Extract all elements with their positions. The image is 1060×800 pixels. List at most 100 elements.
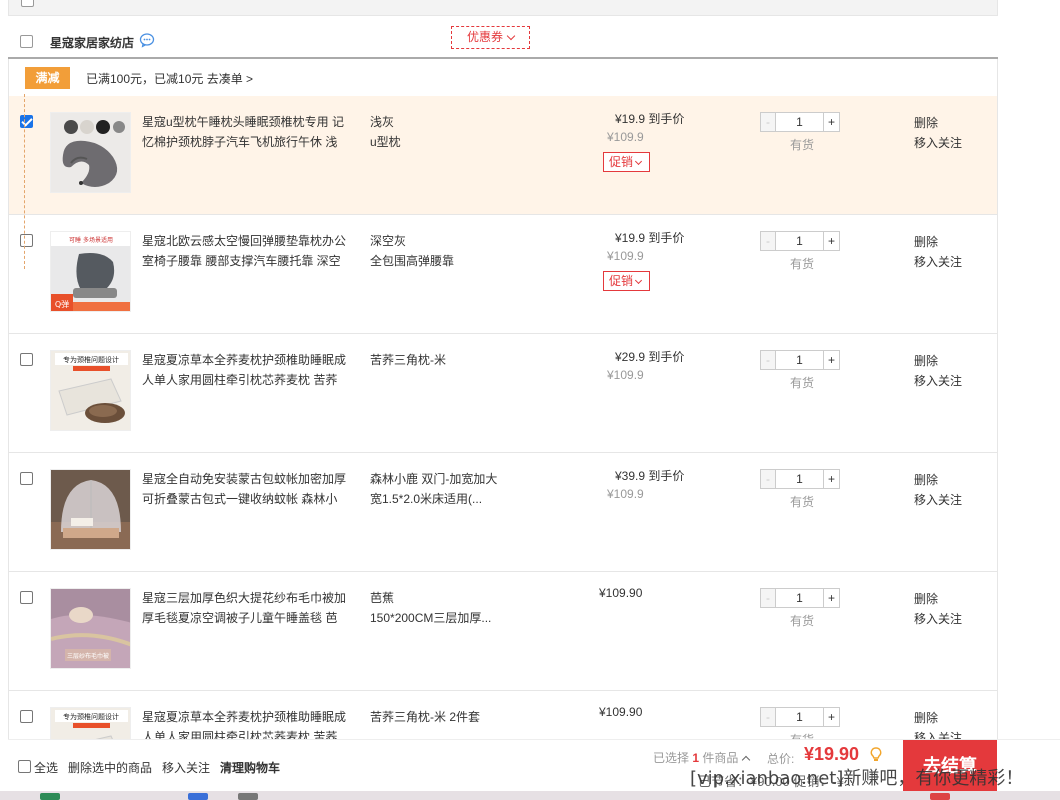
clear-cart-link[interactable]: 清理购物车 bbox=[220, 759, 280, 776]
product-image[interactable]: 可睡 多场景适用 Q弹 bbox=[50, 231, 131, 312]
promotion-label: 促销 bbox=[609, 155, 634, 169]
price-final: ¥109.90 bbox=[599, 586, 643, 600]
quantity-input[interactable]: 1 bbox=[775, 707, 824, 727]
stock-status: 有货 bbox=[790, 614, 815, 628]
select-all-label[interactable]: 全选 bbox=[34, 759, 58, 776]
decrease-button[interactable]: - bbox=[760, 231, 776, 251]
chevron-down-icon bbox=[506, 31, 516, 41]
move-to-favorites-link[interactable]: 移入关注 bbox=[914, 134, 962, 151]
spec-line-2: 150*200CM三层加厚... bbox=[370, 611, 492, 625]
coupon-button[interactable]: 优惠券 bbox=[451, 26, 530, 49]
item-checkbox[interactable] bbox=[20, 234, 33, 247]
taskbar-app-icon[interactable] bbox=[40, 793, 60, 800]
product-title-link[interactable]: 星寇北欧云感太空慢回弹腰垫靠枕办公室椅子腰靠 腰部支撑汽车腰托靠 深空 bbox=[142, 231, 352, 271]
move-to-favorites-link[interactable]: 移入关注 bbox=[162, 759, 210, 776]
cart-items-container: 满减 已满100元，已减10元 去凑单 > 星寇u型枕午睡枕头睡眠颈椎枕专用 记… bbox=[8, 57, 998, 800]
lightbulb-icon[interactable] bbox=[870, 747, 882, 763]
cart-item: 专为颈椎问题设计 星寇夏凉草本全荞麦枕护颈椎助睡眠成人单人家用圆柱牵引枕芯荞麦枕… bbox=[8, 334, 998, 453]
chevron-up-icon bbox=[742, 755, 751, 765]
promotion-select[interactable]: 促销 bbox=[603, 271, 650, 291]
promo-row: 满减 已满100元，已减10元 去凑单 > bbox=[8, 59, 998, 96]
delete-link[interactable]: 删除 bbox=[914, 114, 938, 131]
taskbar-app-icon[interactable] bbox=[188, 793, 208, 800]
chevron-down-icon bbox=[634, 276, 643, 285]
increase-button[interactable]: + bbox=[823, 350, 840, 370]
increase-button[interactable]: + bbox=[823, 231, 840, 251]
delete-link[interactable]: 删除 bbox=[914, 352, 938, 369]
move-to-favorites-link[interactable]: 移入关注 bbox=[914, 491, 962, 508]
increase-button[interactable]: + bbox=[823, 588, 840, 608]
product-spec: 苦荞三角枕-米 2件套 bbox=[370, 707, 510, 727]
move-to-favorites-link[interactable]: 移入关注 bbox=[914, 610, 962, 627]
item-checkbox[interactable] bbox=[20, 591, 33, 604]
promotion-select[interactable]: 促销 bbox=[603, 152, 650, 172]
quantity-stepper: - 1 + bbox=[760, 588, 840, 608]
quantity-input[interactable]: 1 bbox=[775, 231, 824, 251]
price-final: ¥19.9 到手价 bbox=[615, 112, 685, 126]
shop-name-link[interactable]: 星寇家居家纺店 bbox=[50, 34, 134, 51]
product-title-link[interactable]: 星寇三层加厚色织大提花纱布毛巾被加厚毛毯夏凉空调被子儿童午睡盖毯 芭 bbox=[142, 588, 352, 628]
product-title-link[interactable]: 星寇全自动免安装蒙古包蚊帐加密加厚可折叠蒙古包式一键收纳蚊帐 森林小 bbox=[142, 469, 352, 509]
promo-text-link[interactable]: 已满100元，已减10元 去凑单 > bbox=[86, 70, 253, 87]
price-original: ¥109.9 bbox=[607, 368, 644, 382]
taskbar-app-icon[interactable] bbox=[238, 793, 258, 800]
item-checkbox[interactable] bbox=[20, 115, 33, 128]
cart-item: 星寇u型枕午睡枕头睡眠颈椎枕专用 记忆棉护颈枕脖子汽车飞机旅行午休 浅 浅灰 u… bbox=[8, 96, 998, 215]
thumb-banner-text: 专为颈椎问题设计 bbox=[63, 712, 119, 721]
chevron-down-icon bbox=[634, 157, 643, 166]
move-to-favorites-link[interactable]: 移入关注 bbox=[914, 372, 962, 389]
quantity-stepper: - 1 + bbox=[760, 231, 840, 251]
spec-line-1: 芭蕉 bbox=[370, 591, 395, 605]
product-image[interactable] bbox=[50, 112, 131, 193]
taskbar-app-icon[interactable] bbox=[930, 793, 950, 800]
price-original: ¥109.9 bbox=[607, 487, 644, 501]
price-final: ¥19.9 到手价 bbox=[615, 231, 685, 245]
total-price: ¥19.90 bbox=[804, 744, 860, 764]
item-checkbox[interactable] bbox=[20, 472, 33, 485]
item-checkbox[interactable] bbox=[20, 353, 33, 366]
product-image[interactable]: 三层纱布毛巾被 bbox=[50, 588, 131, 669]
select-all-checkbox[interactable] bbox=[18, 760, 31, 773]
price-final: ¥29.9 到手价 bbox=[615, 350, 685, 364]
product-spec: 森林小鹿 双门-加宽加大 宽1.5*2.0米床适用(... bbox=[370, 469, 510, 509]
decrease-button[interactable]: - bbox=[760, 112, 776, 132]
product-image[interactable]: 专为颈椎问题设计 bbox=[50, 350, 131, 431]
spec-line-1: 苦荞三角枕-米 2件套 bbox=[370, 710, 481, 724]
stock-status: 有货 bbox=[790, 257, 815, 271]
quantity-input[interactable]: 1 bbox=[775, 112, 824, 132]
taskbar bbox=[0, 791, 1060, 800]
increase-button[interactable]: + bbox=[823, 112, 840, 132]
product-image[interactable] bbox=[50, 469, 131, 550]
decrease-button[interactable]: - bbox=[760, 588, 776, 608]
price-final: ¥109.90 bbox=[599, 705, 643, 719]
delete-link[interactable]: 删除 bbox=[914, 590, 938, 607]
promotion-label: 促销 bbox=[609, 274, 634, 288]
product-title-link[interactable]: 星寇夏凉草本全荞麦枕护颈椎助睡眠成人单人家用圆柱牵引枕芯荞麦枕 苦荞 bbox=[142, 350, 352, 390]
move-to-favorites-link[interactable]: 移入关注 bbox=[914, 253, 962, 270]
chat-icon[interactable] bbox=[139, 32, 155, 48]
decrease-button[interactable]: - bbox=[760, 707, 776, 727]
item-checkbox[interactable] bbox=[20, 710, 33, 723]
quantity-input[interactable]: 1 bbox=[775, 469, 824, 489]
product-title-link[interactable]: 星寇u型枕午睡枕头睡眠颈椎枕专用 记忆棉护颈枕脖子汽车飞机旅行午休 浅 bbox=[142, 112, 352, 152]
quantity-input[interactable]: 1 bbox=[775, 588, 824, 608]
delete-link[interactable]: 删除 bbox=[914, 233, 938, 250]
increase-button[interactable]: + bbox=[823, 707, 840, 727]
quantity-input[interactable]: 1 bbox=[775, 350, 824, 370]
previous-shop-checkbox[interactable] bbox=[21, 0, 34, 7]
decrease-button[interactable]: - bbox=[760, 350, 776, 370]
delete-link[interactable]: 删除 bbox=[914, 471, 938, 488]
delete-link[interactable]: 删除 bbox=[914, 709, 938, 726]
product-spec: 苦荞三角枕-米 bbox=[370, 350, 510, 370]
stock-status: 有货 bbox=[790, 376, 815, 390]
cart-item: 可睡 多场景适用 Q弹 星寇北欧云感太空慢回弹腰垫靠枕办公室椅子腰靠 腰部支撑汽… bbox=[8, 215, 998, 334]
shop-checkbox[interactable] bbox=[20, 35, 33, 48]
delete-selected-link[interactable]: 删除选中的商品 bbox=[68, 759, 152, 776]
price-original: ¥109.9 bbox=[607, 130, 644, 144]
quantity-stepper: - 1 + bbox=[760, 112, 840, 132]
previous-shop-strip bbox=[8, 0, 998, 16]
increase-button[interactable]: + bbox=[823, 469, 840, 489]
decrease-button[interactable]: - bbox=[760, 469, 776, 489]
thumb-badge-text: Q弹 bbox=[55, 299, 69, 309]
selected-suffix: 件商品 bbox=[702, 751, 739, 765]
